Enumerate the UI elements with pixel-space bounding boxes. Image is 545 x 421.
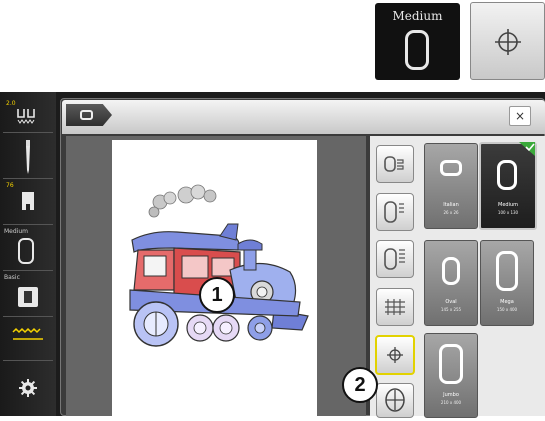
hoop-tile-size: 210 x 400 (440, 400, 462, 405)
close-icon: × (514, 109, 526, 123)
hoop-shape-icon (442, 257, 460, 285)
callout-1: 1 (199, 277, 235, 313)
crosshair-icon (495, 29, 521, 55)
checkmark-icon (519, 142, 535, 156)
crosshair-icon (387, 347, 403, 363)
sidebar-divider (3, 224, 53, 225)
sidebar-divider (3, 178, 53, 179)
sidebar-hoop-label: Medium (4, 228, 28, 235)
hoop-tile-label: Italian (443, 202, 459, 208)
sidebar-divider (3, 316, 53, 317)
hoop-tile-italian[interactable]: Italian 26 x 26 (424, 143, 478, 229)
hoop-tile-oval[interactable]: Oval 145 x 255 (424, 240, 478, 326)
hoop-outline-icon (405, 30, 429, 70)
hoop-tile-label: Jumbo (443, 392, 459, 398)
hoop-small-tag-icon (384, 156, 404, 172)
sidebar-divider (3, 270, 53, 271)
hoop-tile-label: Medium (498, 202, 518, 208)
presser-foot-number: 76 (6, 182, 14, 189)
hoop-option-button-1[interactable] (376, 145, 414, 183)
feed-dog-icon[interactable] (12, 326, 44, 344)
presser-foot-icon[interactable] (20, 190, 36, 218)
hoop-medium-tag-icon (384, 201, 404, 223)
hoop-center-icon (385, 388, 405, 412)
hoop-tile-size: 150 x 400 (496, 307, 518, 312)
sidebar-divider (3, 132, 53, 133)
settings-gear-icon[interactable] (18, 378, 38, 398)
hoop-tile-label: Mega (500, 299, 514, 305)
hoop-tile-size: 100 x 130 (497, 210, 519, 215)
hoop-tile-label: Oval (445, 299, 457, 305)
hoop-tile-size: 145 x 255 (440, 307, 462, 312)
hoop-shape-icon (439, 344, 463, 384)
stitch-plate-icon[interactable] (15, 106, 43, 126)
window-title-bar (62, 100, 545, 134)
center-hoop-button[interactable] (470, 2, 545, 80)
hoop-tile-size: 26 x 26 (443, 210, 459, 215)
center-mark-button[interactable] (375, 335, 415, 375)
move-hoop-button[interactable] (376, 383, 414, 418)
hoop-tab[interactable] (66, 104, 112, 126)
hoop-large-tag-icon (384, 248, 405, 270)
grid-toggle-button[interactable] (376, 288, 414, 326)
medium-hoop-button[interactable]: Medium (375, 3, 460, 80)
hoop-tile-mega[interactable]: Mega 150 x 400 (480, 240, 534, 326)
small-hoop-icon (80, 110, 93, 120)
smoke-puffs (148, 184, 217, 218)
hoop-shape-icon (497, 160, 517, 190)
medium-hoop-label: Medium (392, 9, 443, 23)
sidebar: 2.0 76 Medium Basic (0, 92, 56, 416)
close-button[interactable]: × (509, 106, 531, 126)
callout-2: 2 (342, 367, 378, 403)
sidebar-divider (3, 360, 53, 361)
grid-icon (385, 299, 405, 315)
stitch-plate-bottom-icon[interactable] (17, 286, 39, 308)
hoop-shape-icon (496, 251, 518, 291)
hoop-icon[interactable] (18, 238, 34, 264)
hoop-option-button-3[interactable] (376, 240, 414, 278)
sidebar-plate-label: Basic (4, 274, 20, 281)
hoop-tile-jumbo[interactable]: Jumbo 210 x 400 (424, 333, 478, 418)
needle-icon[interactable] (22, 140, 34, 174)
hoop-tile-medium[interactable]: Medium 100 x 130 (479, 142, 537, 230)
hoop-shape-icon (440, 160, 462, 176)
hoop-option-button-2[interactable] (376, 193, 414, 231)
